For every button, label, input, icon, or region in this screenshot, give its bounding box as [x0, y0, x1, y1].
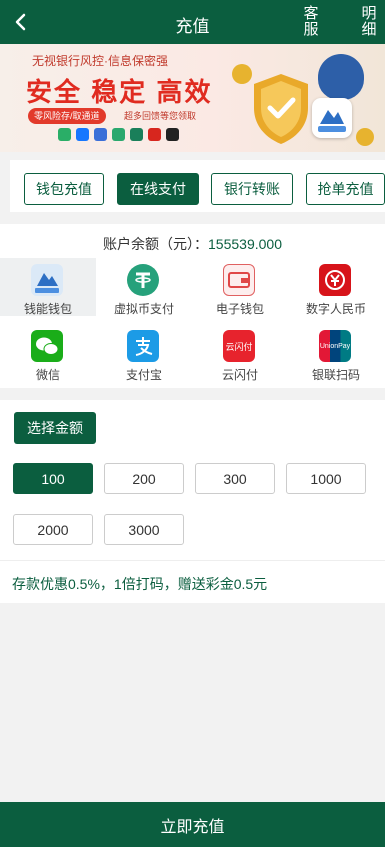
method-digital-rmb[interactable]: 数字人民币	[288, 258, 384, 316]
wallet-app-icon	[31, 264, 63, 296]
promo-banner[interactable]: 无视银行风控·信息保密强 安全 稳定 高效 零风险存/取通道 超多回馈等您领取	[0, 44, 385, 152]
wechat-icon	[58, 128, 71, 141]
unionpay-quickpass-icon: 云闪付	[223, 330, 255, 362]
e-wallet-icon	[223, 264, 255, 296]
chevron-left-icon	[15, 13, 26, 31]
payment-method-panel: 账户余额（元）：155539.000 钱能钱包 虚拟币支付 电子钱包 数字人民币…	[0, 224, 385, 388]
amount-panel: 选择金额 100 200 300 1000 2000 3000 存款优惠0.5%…	[0, 400, 385, 603]
recharge-tabs: 钱包充值 在线支付 银行转账 抢单充值	[10, 160, 385, 212]
tether-icon	[127, 264, 159, 296]
method-label: 电子钱包	[215, 302, 264, 316]
customer-service-link[interactable]: 客服	[300, 6, 322, 38]
method-label: 数字人民币	[305, 302, 366, 316]
amount-option-3000[interactable]: 3000	[104, 514, 184, 545]
unionpay-icon	[148, 128, 161, 141]
tab-online-payment[interactable]: 在线支付	[117, 173, 199, 205]
banner-subtitle: 无视银行风控·信息保密强	[32, 54, 168, 68]
detail-link[interactable]: 明细	[358, 6, 380, 38]
alipay-icon	[127, 330, 159, 362]
method-wechat[interactable]: 微信	[0, 324, 96, 382]
method-label: 云闪付	[221, 368, 258, 382]
choose-amount-button[interactable]: 选择金额	[14, 412, 96, 444]
banner-pill: 零风险存/取通道	[28, 108, 106, 124]
wechat-icon	[31, 330, 63, 362]
method-label: 微信	[35, 368, 60, 382]
amount-option-300[interactable]: 300	[195, 463, 275, 494]
top-bar: 充值 客服 明细	[0, 0, 385, 44]
back-button[interactable]	[6, 8, 34, 36]
amount-option-1000[interactable]: 1000	[286, 463, 366, 494]
banner-headline: 安全 稳定 高效	[26, 77, 213, 107]
money-bag-icon	[318, 54, 364, 100]
qq-icon	[166, 128, 179, 141]
method-e-wallet[interactable]: 电子钱包	[192, 258, 288, 316]
shield-check-icon	[254, 74, 308, 144]
card-icon	[94, 128, 107, 141]
tab-wallet-recharge[interactable]: 钱包充值	[24, 173, 104, 205]
tab-order-recharge[interactable]: 抢单充值	[306, 173, 385, 205]
method-unionpay-scan[interactable]: UnionPay 银联扫码	[288, 324, 384, 382]
banner-payment-icons	[58, 128, 179, 141]
divider	[0, 560, 385, 561]
bank-icon	[130, 128, 143, 141]
banner-note: 超多回馈等您领取	[124, 111, 197, 121]
method-alipay[interactable]: 支付宝	[96, 324, 192, 382]
tab-bank-transfer[interactable]: 银行转账	[211, 173, 293, 205]
recharge-now-button[interactable]: 立即充值	[0, 802, 385, 847]
wallet-icon	[112, 128, 125, 141]
balance-value: 155539.000	[208, 236, 282, 252]
method-wallet-app[interactable]: 钱能钱包	[0, 258, 96, 316]
method-label: 银联扫码	[311, 368, 360, 382]
amount-option-200[interactable]: 200	[104, 463, 184, 494]
method-quickpass[interactable]: 云闪付 云闪付	[192, 324, 288, 382]
alipay-icon	[76, 128, 89, 141]
page-title: 充值	[175, 17, 210, 36]
balance-label: 账户余额（元）：	[103, 236, 209, 252]
method-label: 虚拟币支付	[113, 302, 174, 316]
method-label: 支付宝	[125, 368, 162, 382]
method-crypto[interactable]: 虚拟币支付	[96, 258, 192, 316]
unionpay-icon: UnionPay	[319, 330, 351, 362]
method-label: 钱能钱包	[23, 302, 72, 316]
app-logo	[312, 98, 352, 138]
amount-option-100[interactable]: 100	[13, 463, 93, 494]
account-balance: 账户余额（元）：155539.000	[0, 234, 385, 254]
digital-rmb-icon	[319, 264, 351, 296]
deposit-promo-text: 存款优惠0.5%，1倍打码，赠送彩金0.5元	[12, 576, 268, 592]
amount-option-2000[interactable]: 2000	[13, 514, 93, 545]
